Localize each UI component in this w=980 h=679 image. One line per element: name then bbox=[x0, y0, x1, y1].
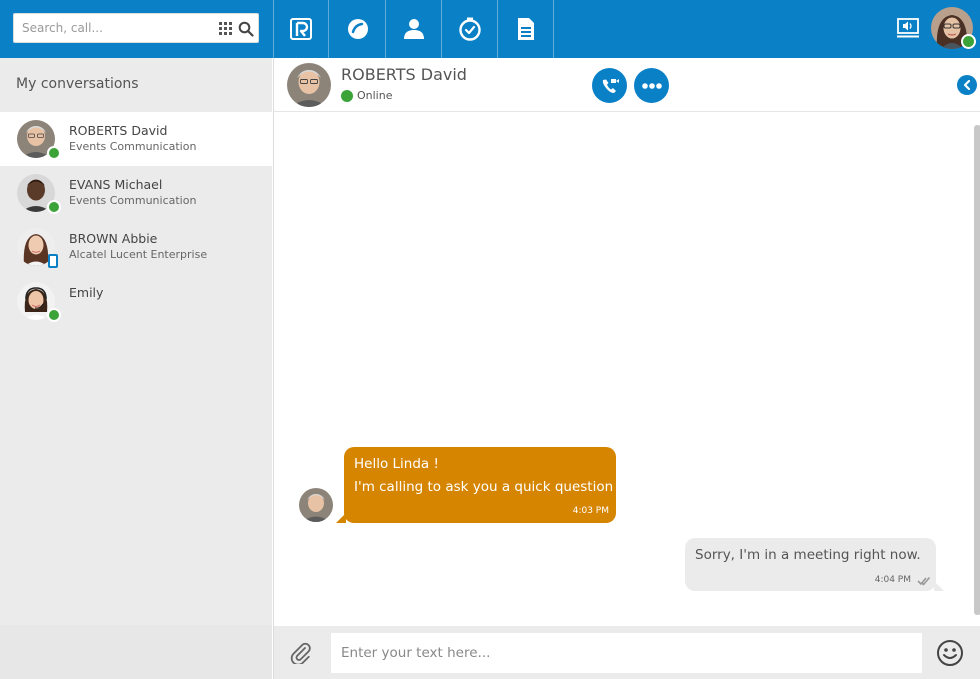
dialpad-grid-icon[interactable] bbox=[219, 22, 232, 35]
collapse-panel-button[interactable] bbox=[957, 75, 977, 95]
nav-files-button[interactable] bbox=[498, 0, 554, 58]
top-bar bbox=[0, 0, 980, 58]
online-status-indicator bbox=[47, 308, 61, 322]
sidebar-footer bbox=[0, 625, 272, 679]
conversations-sidebar: My conversations ROBERTS David Events Co… bbox=[0, 58, 272, 679]
conversation-item-roberts-david[interactable]: ROBERTS David Events Communication bbox=[0, 112, 272, 166]
more-options-button[interactable] bbox=[634, 68, 669, 103]
message-text: Hello Linda ! bbox=[354, 456, 439, 472]
paperclip-icon[interactable] bbox=[290, 642, 312, 664]
search-box[interactable] bbox=[13, 13, 259, 43]
more-dots-icon bbox=[641, 82, 662, 89]
conversation-item-emily[interactable]: Emily bbox=[0, 274, 272, 328]
bubble-tail bbox=[934, 581, 944, 591]
audio-video-call-button[interactable] bbox=[592, 68, 627, 103]
contact-company: Events Communication bbox=[69, 140, 197, 153]
chat-header: ROBERTS David Online bbox=[274, 58, 980, 112]
conversation-item-brown-abbie[interactable]: BROWN Abbie Alcatel Lucent Enterprise bbox=[0, 220, 272, 274]
chevron-left-icon bbox=[963, 80, 971, 90]
search-input[interactable] bbox=[22, 18, 212, 38]
bubble-icon bbox=[347, 19, 368, 39]
online-status-indicator bbox=[341, 90, 353, 102]
contact-status: Online bbox=[357, 89, 393, 102]
message-timestamp: 4:03 PM bbox=[572, 506, 609, 516]
mobile-status-indicator bbox=[48, 254, 58, 268]
outgoing-message-bubble[interactable]: Sorry, I'm in a meeting right now. 4:04 … bbox=[685, 538, 944, 591]
message-text: Sorry, I'm in a meeting right now. bbox=[695, 547, 921, 563]
clock-icon bbox=[458, 17, 481, 41]
nav-rainbow-button[interactable] bbox=[273, 0, 329, 58]
contact-name: EVANS Michael bbox=[69, 177, 163, 192]
contact-company: Alcatel Lucent Enterprise bbox=[69, 248, 208, 261]
message-input[interactable] bbox=[331, 633, 922, 673]
message-text: I'm calling to ask you a quick question bbox=[354, 479, 614, 495]
user-presence-status bbox=[961, 34, 976, 49]
message-timestamp: 4:04 PM bbox=[874, 575, 911, 585]
phone-video-icon bbox=[602, 78, 619, 93]
document-icon bbox=[517, 18, 534, 40]
contacts-icon bbox=[403, 19, 424, 39]
contact-company: Events Communication bbox=[69, 194, 197, 207]
nav-history-button[interactable] bbox=[442, 0, 498, 58]
nav-conversations-button[interactable] bbox=[330, 0, 386, 58]
rainbow-logo-icon bbox=[290, 18, 312, 40]
contact-name: BROWN Abbie bbox=[69, 231, 158, 246]
chat-panel: ROBERTS David Online Hello Linda ! I'm c… bbox=[273, 58, 980, 679]
scrollbar[interactable] bbox=[974, 125, 980, 615]
message-list[interactable]: Hello Linda ! I'm calling to ask you a q… bbox=[274, 113, 980, 626]
emoji-icon[interactable] bbox=[936, 639, 964, 667]
conversation-item-evans-michael[interactable]: EVANS Michael Events Communication bbox=[0, 166, 272, 220]
contact-name: Emily bbox=[69, 285, 104, 300]
sidebar-title: My conversations bbox=[16, 76, 139, 92]
contact-name: ROBERTS David bbox=[341, 65, 467, 84]
contact-name: ROBERTS David bbox=[69, 123, 168, 138]
bubble-tail bbox=[336, 513, 346, 523]
online-status-indicator bbox=[47, 200, 61, 214]
incoming-message-bubble[interactable]: Hello Linda ! I'm calling to ask you a q… bbox=[336, 447, 616, 523]
online-status-indicator bbox=[47, 146, 61, 160]
message-composer bbox=[274, 626, 980, 679]
screen-share-icon[interactable] bbox=[897, 18, 919, 38]
search-icon[interactable] bbox=[238, 21, 254, 37]
nav-contacts-button[interactable] bbox=[386, 0, 442, 58]
contact-avatar[interactable] bbox=[287, 63, 331, 107]
double-check-icon bbox=[917, 576, 931, 586]
sender-avatar bbox=[299, 488, 333, 522]
